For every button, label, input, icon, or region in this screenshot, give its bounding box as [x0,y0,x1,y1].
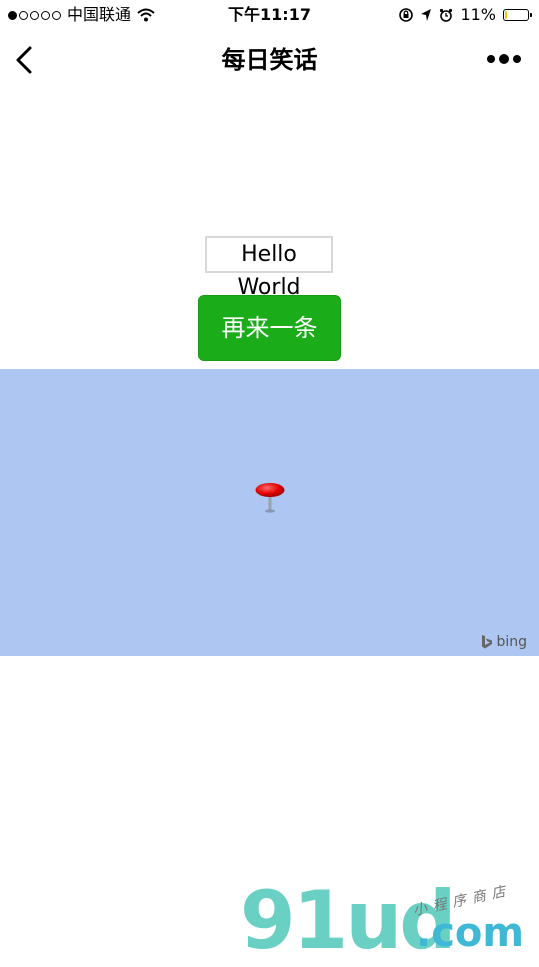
nav-bar: 每日笑话 [0,30,539,90]
status-left: 中国联通 [8,0,155,30]
bing-logo: bing [480,634,527,650]
carrier-name: 中国联通 [67,5,132,24]
battery-fill [505,11,507,19]
battery-icon [503,9,532,21]
orientation-lock-icon [399,8,414,22]
alarm-icon [440,8,453,22]
joke-text: Hello World [205,236,333,300]
more-dots-icon [487,55,495,63]
map-provider: bing [496,634,527,650]
bing-icon [482,635,493,649]
watermark: 91ud 小程序商店 .com [240,874,530,967]
more-dots-icon-right [513,55,521,63]
page-title: 每日笑话 [221,46,318,74]
status-right: 11% [399,0,532,30]
battery-percent: 11% [460,5,496,24]
more-button[interactable] [487,54,521,64]
next-joke-button[interactable]: 再来一条 [198,295,341,361]
location-icon [421,9,432,21]
signal-icon [8,10,61,20]
more-dots-icon-center [499,54,509,64]
status-bar: 中国联通 下午11:17 11% [0,0,539,30]
wifi-icon [137,8,155,22]
map-pin-icon[interactable] [255,482,285,514]
watermark-sub: .com [416,910,525,956]
